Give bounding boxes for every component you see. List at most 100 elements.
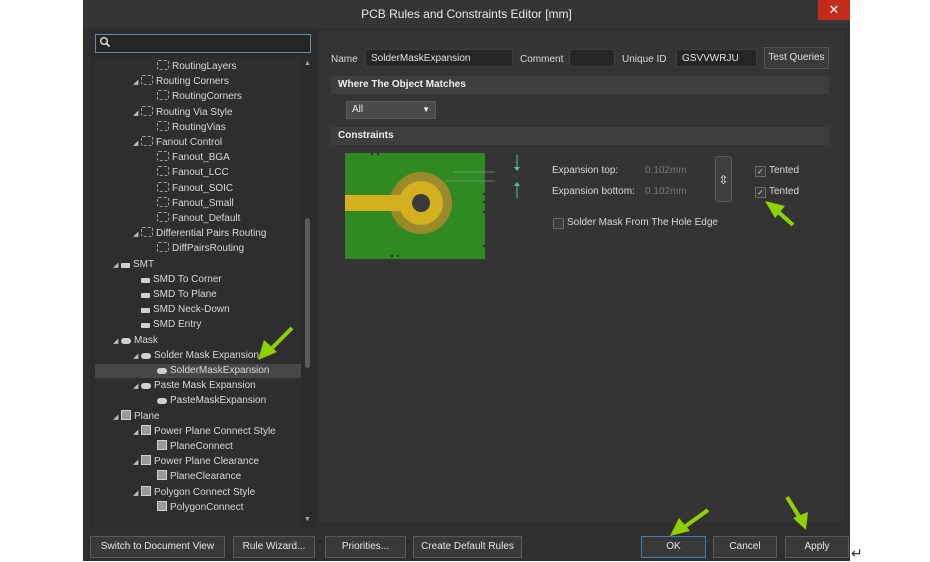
expand-triangle-icon[interactable]: ◢ [133,487,141,501]
tree-item-label: Fanout_SOIC [172,182,234,194]
expand-triangle-icon[interactable]: ◢ [113,259,121,273]
expand-triangle-icon[interactable]: ◢ [133,228,141,242]
link-values-button[interactable]: ⇳ [715,156,732,202]
tree-scrollbar[interactable]: ▲ ▼ [302,58,314,528]
expand-triangle-icon[interactable]: ◢ [133,380,141,394]
apply-button[interactable]: Apply [785,536,849,558]
tree-item[interactable]: PlaneConnect [95,440,301,454]
tree-item-label: Fanout_LCC [172,167,229,179]
expand-triangle-icon[interactable]: ◢ [133,76,141,90]
chevron-down-icon: ▼ [422,105,430,114]
unique-id-field[interactable]: GSVVWRJU [676,49,757,67]
close-button[interactable]: ✕ [818,0,850,20]
rules-tree: RoutingLayers ◢ Routing Corners RoutingCorn… [95,58,301,528]
scroll-up-icon[interactable]: ▲ [304,60,311,67]
expand-triangle-icon[interactable]: ◢ [133,107,141,121]
tree-item[interactable]: SMD Neck-Down [95,303,301,317]
test-queries-button[interactable]: Test Queries [764,47,829,69]
search-icon [100,37,111,48]
expand-triangle-icon[interactable]: ◢ [133,426,141,440]
tree-item[interactable]: ◢ Fanout Control [95,136,301,150]
priorities-button[interactable]: Priorities... [325,536,406,558]
tree-item[interactable]: ◢ Polygon Connect Style [95,485,301,501]
tented-bottom-label: Tented [769,186,800,197]
tree-item[interactable]: PlaneClearance [95,470,301,484]
tree-item[interactable]: SMD Entry [95,318,301,332]
scroll-down-icon[interactable]: ▼ [304,516,311,523]
rule-grid-icon [141,424,151,435]
rule-grid-icon [157,440,167,450]
tree-item[interactable]: ◢ Paste Mask Expansion [95,379,301,393]
tree-item[interactable]: PolygonConnect [95,500,301,515]
expansion-top-label: Expansion top: [552,165,619,176]
expansion-top-value[interactable]: 0.102mm [645,165,687,176]
rule-route-icon [157,60,169,70]
expand-triangle-icon[interactable]: ◢ [113,335,121,349]
expand-triangle-icon[interactable]: ◢ [113,411,121,425]
switch-to-document-view-button[interactable]: Switch to Document View [90,536,225,558]
tree-item-label: PlaneConnect [170,441,233,452]
tree-item[interactable]: PasteMaskExpansion [95,394,301,408]
tree-item[interactable]: Fanout_SOIC [95,181,301,196]
hole-edge-checkbox[interactable] [553,218,564,229]
expand-triangle-icon[interactable]: ◢ [133,350,141,364]
tree-item[interactable]: Fanout_Small [95,196,301,211]
tree-item[interactable]: ◢ Routing Corners [95,75,301,89]
rule-route-icon [141,136,153,146]
tree-item-label: SMT [133,258,155,270]
tree-item[interactable]: RoutingVias [95,120,301,135]
search-input[interactable] [95,34,311,53]
tree-item[interactable]: SMD To Corner [95,273,301,287]
expand-triangle-icon[interactable]: ◢ [133,456,141,470]
tree-item[interactable]: RoutingCorners [95,90,301,104]
tree-item[interactable]: DiffPairsRouting [95,242,301,256]
tree-item[interactable]: ◢ Mask [95,334,301,348]
tree-item[interactable]: ◢ Power Plane Clearance [95,455,301,469]
tree-item[interactable]: ◢ Plane [95,409,301,425]
return-symbol-icon: ↵ [851,545,863,561]
rule-detail-panel: Name SolderMaskExpansion Comment Unique … [319,30,844,522]
rule-route-icon [157,120,169,131]
tree-item[interactable]: ◢ SMT [95,258,301,272]
rule-smt-icon [121,262,130,268]
where-scope-dropdown[interactable]: All ▼ [346,101,436,119]
tented-bottom-checkbox[interactable]: ✓ [755,187,766,198]
tree-item-label: Fanout_Default [172,213,241,224]
tree-item[interactable]: ◢ Routing Via Style [95,105,301,121]
tree-item[interactable]: RoutingLayers [95,60,301,74]
tree-item[interactable]: ◢ Differential Pairs Routing [95,227,301,241]
tented-top-checkbox[interactable]: ✓ [755,166,766,177]
tree-item-label: RoutingVias [172,121,226,133]
tree-item-label: PolygonConnect [170,501,244,513]
expansion-bottom-value[interactable]: 0.102mm [645,186,687,197]
rule-route-icon [141,227,153,238]
rule-route-icon [141,75,153,86]
tree-item-label: Fanout Control [156,137,223,148]
rule-route-icon [157,151,169,162]
tree-item-label: SMD To Plane [153,289,217,300]
rules-editor-dialog: PCB Rules and Constraints Editor [mm] ✕ … [83,0,850,561]
tree-item[interactable]: ◢ Solder Mask Expansion [95,349,301,363]
cancel-button[interactable]: Cancel [713,536,777,558]
tree-item[interactable]: Fanout_LCC [95,166,301,180]
scroll-thumb[interactable] [305,218,310,368]
create-default-rules-button[interactable]: Create Default Rules [413,536,522,558]
rule-pill-icon [157,398,167,405]
solder-mask-diagram [345,153,520,259]
tree-item-label: Solder Mask Expansion [154,349,260,361]
tree-item[interactable]: ◢ Power Plane Connect Style [95,424,301,440]
name-field[interactable]: SolderMaskExpansion [365,49,513,67]
rule-route-icon [157,181,169,192]
rule-grid-icon [157,470,167,481]
tree-item[interactable]: SolderMaskExpansion [95,364,301,378]
tree-item[interactable]: SMD To Plane [95,288,301,302]
tree-item[interactable]: Fanout_Default [95,212,301,226]
ok-button[interactable]: OK [641,536,706,558]
rule-grid-icon [121,409,131,420]
tree-item-label: Fanout_Small [172,197,234,209]
expand-triangle-icon[interactable]: ◢ [133,137,141,151]
comment-field[interactable] [569,49,615,67]
rule-wizard-button[interactable]: Rule Wizard... [233,536,315,558]
tree-item-label: RoutingCorners [172,91,243,103]
tree-item[interactable]: Fanout_BGA [95,151,301,165]
